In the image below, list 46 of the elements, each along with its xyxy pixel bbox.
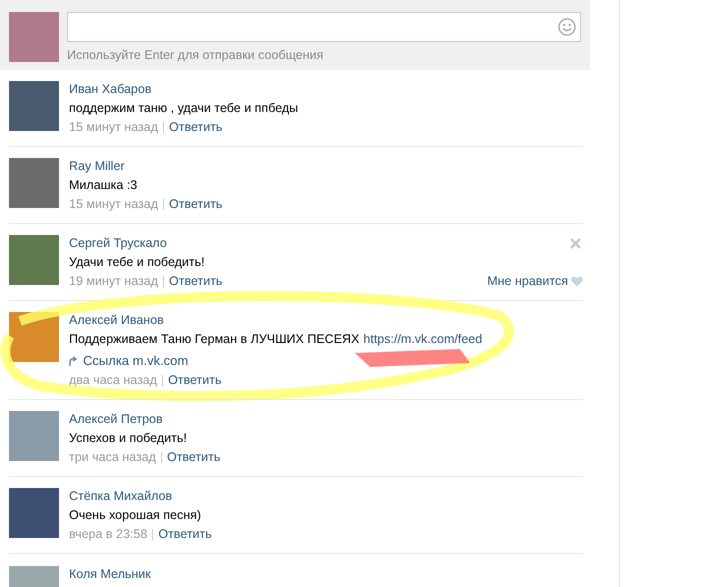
author-name[interactable]: Коля Мельник [69,566,151,587]
separator [152,529,154,540]
reply-link[interactable]: Ответить [168,371,222,390]
timestamp: 15 минут назад [69,119,158,136]
timestamp: два часа назад [69,372,158,390]
reply-link[interactable]: Ответить [169,118,222,138]
author-name[interactable]: Алексей Иванов [69,311,164,330]
comment-text: Очень хорошая песня) [69,507,202,524]
comment-text: поддержим таню , удачи тебе и ппбеды [69,100,298,118]
link[interactable]: https://m.vk.com/feed [363,330,482,350]
author-name[interactable]: Сергей Трускало [69,234,167,254]
separator [160,452,162,464]
timestamp: 15 минут назад [69,196,158,214]
avatar-photo-placeholder[interactable] [9,410,59,461]
close-icon[interactable] [570,238,581,250]
author-name[interactable]: Стёпка Михайлов [69,487,172,506]
avatar-photo-placeholder[interactable] [9,234,59,285]
share-arrow-icon [69,356,77,366]
separator [163,122,164,134]
avatar-photo-placeholder [9,12,59,62]
reply-link[interactable]: Ответить [158,525,212,544]
separator [163,276,164,288]
comment-input-field[interactable] [67,12,581,42]
separator [162,375,164,386]
link-attachment[interactable]: Ссылка m.vk.com [83,351,188,370]
author-name[interactable]: Ray Miller [69,157,125,176]
separator [163,199,164,210]
timestamp: три часа назад [69,449,156,466]
smiley-icon[interactable] [558,18,576,36]
avatar-photo-placeholder[interactable] [9,80,59,131]
enter-hint: Используйте Enter для отправки сообщения [67,47,324,64]
timestamp: вчера в 23:58 [69,526,148,544]
avatar-photo-placeholder[interactable] [9,158,59,208]
author-name[interactable]: Алексей Петров [69,410,163,430]
reply-link[interactable]: Ответить [169,195,222,214]
comment-text: Удачи тебе и победить! [69,254,205,272]
heart-icon[interactable] [571,276,583,288]
comment-text: Милашка :3 [69,177,138,194]
comment-text: Успехов и победить! [69,430,187,448]
avatar-photo-placeholder[interactable] [9,488,59,538]
reply-link[interactable]: Ответить [169,272,222,292]
reply-link[interactable]: Ответить [166,448,220,468]
author-name[interactable]: Иван Хабаров [69,80,152,100]
like-link[interactable]: Мне нравится [487,272,568,292]
timestamp: 19 минут назад [69,273,158,290]
comment-text: Поддерживаем Таню Герман в ЛУЧШИХ ПЕСЕЯХ [69,331,360,348]
